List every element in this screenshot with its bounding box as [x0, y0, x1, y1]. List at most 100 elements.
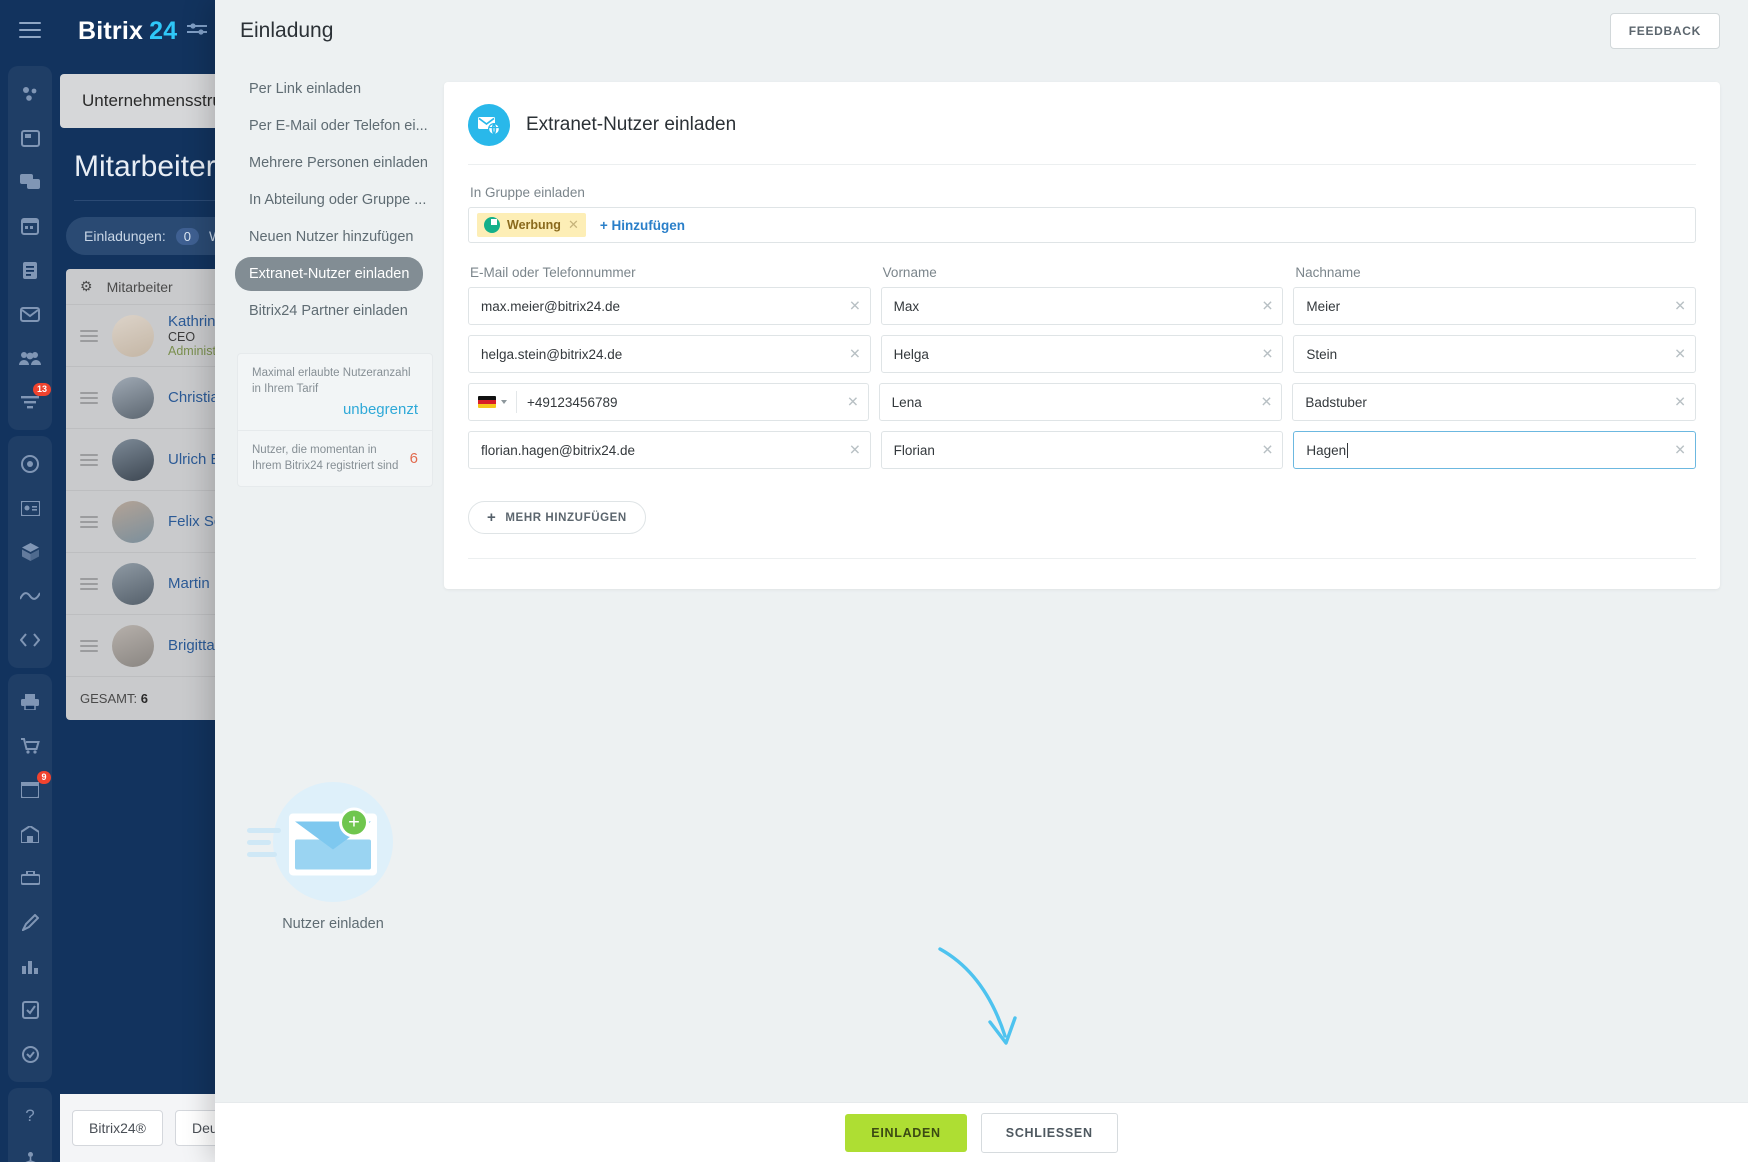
calendar-icon[interactable]	[8, 204, 52, 248]
chat-icon[interactable]	[8, 160, 52, 204]
first-name-input-2[interactable]: Helga ✕	[880, 335, 1284, 373]
nav-item-per-link[interactable]: Per Link einladen	[235, 72, 375, 106]
activity-stream-icon[interactable]	[8, 72, 52, 116]
clear-icon[interactable]: ✕	[1674, 298, 1686, 315]
clear-icon[interactable]: ✕	[1674, 442, 1686, 459]
first-name-input-1[interactable]: Max ✕	[880, 287, 1284, 325]
drag-handle-icon[interactable]	[80, 389, 98, 407]
drag-handle-icon[interactable]	[80, 451, 98, 469]
drag-handle-icon[interactable]	[80, 327, 98, 345]
annotation-arrow	[938, 947, 1017, 1045]
current-users-row: Nutzer, die momentan in Ihrem Bitrix24 r…	[238, 430, 432, 486]
clear-icon[interactable]: ✕	[1262, 298, 1274, 315]
slider-header: Einladung FEEDBACK	[215, 0, 1748, 62]
text-cursor	[1347, 442, 1349, 458]
sitemap-icon[interactable]	[8, 1138, 52, 1162]
group-tag-werbung[interactable]: Werbung ✕	[477, 213, 586, 237]
contact-input-3[interactable]: +49123456789 ✕	[468, 383, 869, 421]
help-circle-icon[interactable]: ?	[8, 1094, 52, 1138]
grid-settings-icon[interactable]: ⚙	[80, 278, 93, 295]
employees-icon[interactable]	[8, 336, 52, 380]
automation-icon[interactable]	[8, 1032, 52, 1076]
close-button[interactable]: SCHLIESSEN	[980, 1112, 1118, 1153]
clear-icon[interactable]: ✕	[849, 298, 861, 315]
add-group-link[interactable]: + Hinzufügen	[600, 218, 685, 233]
current-users-label: Nutzer, die momentan in Ihrem Bitrix24 r…	[252, 444, 399, 472]
designer-icon[interactable]	[8, 900, 52, 944]
envelope-illustration-icon: +	[247, 782, 393, 902]
max-users-label: Maximal erlaubte Nutzeranzahl in Ihrem T…	[252, 367, 411, 395]
country-selector[interactable]	[478, 391, 517, 413]
remove-tag-icon[interactable]: ✕	[568, 217, 579, 233]
menu-toggle[interactable]	[0, 0, 60, 60]
settings-sliders-icon[interactable]	[187, 21, 208, 41]
group-selector-input[interactable]: Werbung ✕ + Hinzufügen	[468, 207, 1696, 243]
nav-item-department-group[interactable]: In Abteilung oder Gruppe ...	[235, 183, 440, 217]
max-users-row: Maximal erlaubte Nutzeranzahl in Ihrem T…	[238, 354, 432, 430]
feed-filter-icon[interactable]: 13	[8, 380, 52, 424]
contact-input-2[interactable]: helga.stein@bitrix24.de ✕	[468, 335, 871, 373]
nav-item-bitrix-partner[interactable]: Bitrix24 Partner einladen	[235, 294, 422, 328]
divider	[468, 558, 1696, 559]
sales-icon[interactable]	[8, 856, 52, 900]
rail-group-tools: 9	[8, 674, 52, 1082]
add-more-label: MEHR HINZUFÜGEN	[505, 511, 627, 524]
clear-icon[interactable]: ✕	[1674, 394, 1686, 411]
clear-icon[interactable]: ✕	[1262, 442, 1274, 459]
clear-icon[interactable]: ✕	[849, 442, 861, 459]
clear-icon[interactable]: ✕	[1262, 346, 1274, 363]
feedback-button[interactable]: FEEDBACK	[1609, 13, 1720, 49]
invite-button[interactable]: EINLADEN	[845, 1113, 967, 1152]
avatar	[112, 562, 154, 605]
total-value: 6	[140, 691, 148, 706]
printer-icon[interactable]	[8, 680, 52, 724]
last-name-input-4[interactable]: Hagen ✕	[1293, 431, 1697, 469]
column-header-first-name: Vorname	[882, 265, 937, 280]
clear-icon[interactable]: ✕	[1674, 346, 1686, 363]
first-name-input-4[interactable]: Florian ✕	[880, 431, 1284, 469]
sites-icon[interactable]: 9	[8, 768, 52, 812]
last-name-value-3: Badstuber	[1305, 394, 1367, 410]
max-users-value[interactable]: unbegrenzt	[252, 401, 418, 418]
drag-handle-icon[interactable]	[80, 637, 98, 655]
drag-handle-icon[interactable]	[80, 575, 98, 593]
nav-item-multiple-people[interactable]: Mehrere Personen einladen	[235, 146, 442, 180]
nav-item-per-email-phone[interactable]: Per E-Mail oder Telefon ei...	[235, 109, 442, 143]
reports-icon[interactable]	[8, 944, 52, 988]
last-name-input-3[interactable]: Badstuber ✕	[1292, 383, 1697, 421]
shop-icon[interactable]	[8, 724, 52, 768]
marketplace-icon[interactable]	[8, 988, 52, 1032]
contact-input-4[interactable]: florian.hagen@bitrix24.de ✕	[468, 431, 871, 469]
contact-input-1[interactable]: max.meier@bitrix24.de ✕	[468, 287, 871, 325]
drag-handle-icon[interactable]	[80, 513, 98, 531]
extranet-envelope-globe-icon	[468, 104, 510, 146]
first-name-input-3[interactable]: Lena ✕	[878, 383, 1283, 421]
last-name-input-1[interactable]: Meier ✕	[1293, 287, 1697, 325]
clear-icon[interactable]: ✕	[1261, 394, 1273, 411]
news-feed-icon[interactable]	[8, 116, 52, 160]
documents-icon[interactable]	[8, 248, 52, 292]
nav-item-extranet-user[interactable]: Extranet-Nutzer einladen	[235, 257, 424, 291]
invite-row: helga.stein@bitrix24.de ✕ Helga ✕ Stein …	[468, 335, 1697, 373]
clear-icon[interactable]: ✕	[847, 394, 859, 411]
last-name-input-2[interactable]: Stein ✕	[1293, 335, 1697, 373]
clear-icon[interactable]: ✕	[849, 346, 861, 363]
bitrix-logo[interactable]: Bitrix 24	[78, 17, 177, 46]
crm-target-icon[interactable]	[8, 442, 52, 486]
column-header-contact: E-Mail oder Telefonnummer	[470, 265, 636, 280]
analytics-wave-icon[interactable]	[8, 574, 52, 618]
slider-title: Einladung	[240, 19, 334, 42]
slider-main: Extranet-Nutzer einladen In Gruppe einla…	[430, 62, 1748, 1102]
footer-logo-button[interactable]: Bitrix24®	[72, 1110, 163, 1146]
contact-center-icon[interactable]	[8, 486, 52, 530]
packages-icon[interactable]	[8, 530, 52, 574]
contact-value-2: helga.stein@bitrix24.de	[481, 346, 623, 362]
add-more-button[interactable]: + MEHR HINZUFÜGEN	[468, 501, 646, 534]
company-icon[interactable]	[8, 812, 52, 856]
nav-item-new-user[interactable]: Neuen Nutzer hinzufügen	[235, 220, 427, 254]
mail-icon[interactable]	[8, 292, 52, 336]
rail-group-primary: 13	[8, 66, 52, 430]
slider-footer: EINLADEN SCHLIESSEN	[215, 1102, 1748, 1162]
rail-group-crm	[8, 436, 52, 668]
code-icon[interactable]	[8, 618, 52, 662]
